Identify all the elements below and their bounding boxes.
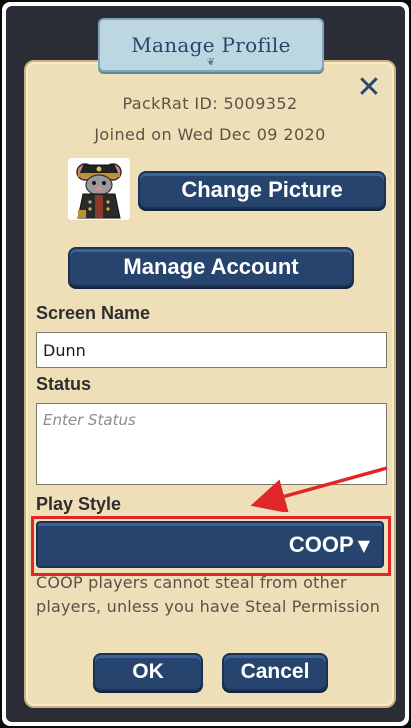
banner-ornament-icon: ❦ [206,57,216,68]
avatar [68,158,130,220]
play-style-description: COOP players cannot steal from other pla… [36,573,381,616]
packrat-id: PackRat ID: 5009352 [122,94,298,113]
play-style-label: Play Style [36,494,122,514]
ok-button[interactable]: OK [93,653,203,691]
caret-down-icon: ▼ [357,536,370,555]
screen-name-label: Screen Name [36,303,151,323]
change-picture-button[interactable]: Change Picture [138,171,386,209]
rat-avatar-icon [68,158,130,220]
dialog-title: Manage Profile [131,33,291,57]
app-frame: Manage Profile ❦ ✕ PackRat ID: 5009352 J… [2,2,409,726]
cancel-button[interactable]: Cancel [222,653,328,691]
play-style-dropdown[interactable]: COOP ▼ [36,521,384,568]
dialog-banner: Manage Profile ❦ [98,18,324,72]
status-textarea[interactable]: Enter Status [36,403,387,485]
screen-name-input[interactable]: Dunn [36,332,387,368]
manage-account-button[interactable]: Manage Account [68,247,354,287]
status-label: Status [36,374,92,394]
play-style-value: COOP [288,531,354,557]
joined-date: Joined on Wed Dec 09 2020 [94,125,326,144]
